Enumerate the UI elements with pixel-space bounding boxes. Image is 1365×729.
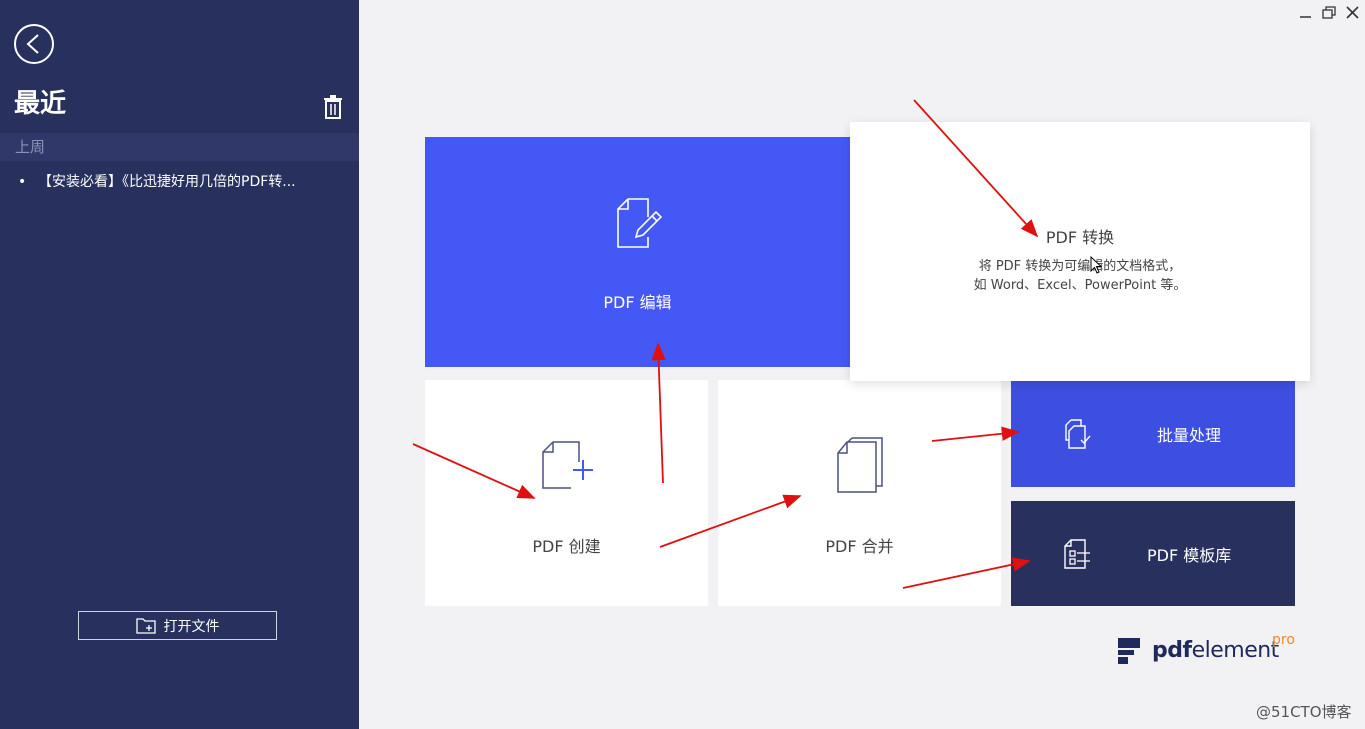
create-document-icon xyxy=(541,440,595,496)
mouse-cursor-icon xyxy=(1090,256,1103,274)
recent-title: 最近 xyxy=(14,89,67,119)
merge-label: PDF 合并 xyxy=(825,537,894,556)
tile-pdf-template[interactable]: PDF 模板库 xyxy=(1011,501,1295,606)
pdfelement-logo-icon xyxy=(1118,638,1140,664)
group-label: 上周 xyxy=(15,138,46,156)
tile-pdf-edit[interactable]: PDF 编辑 xyxy=(425,137,850,367)
recent-file-name: 【安装必看】《比迅捷好用几倍的PDF转... xyxy=(38,174,296,190)
pdfelement-logo: pdfelement pro xyxy=(1118,632,1308,666)
create-label: PDF 创建 xyxy=(532,537,601,556)
template-icon xyxy=(1063,538,1093,574)
convert-title: PDF 转换 xyxy=(1045,228,1115,247)
restore-icon[interactable] xyxy=(1320,4,1338,22)
back-button[interactable] xyxy=(14,24,54,64)
group-header-last-week: 上周 xyxy=(0,133,359,161)
trash-icon[interactable] xyxy=(322,95,344,119)
convert-description: 将 PDF 转换为可编辑的文档格式， 如 Word、Excel、PowerPoi… xyxy=(850,257,1310,295)
close-icon[interactable] xyxy=(1344,4,1362,22)
edit-label: PDF 编辑 xyxy=(603,293,672,312)
template-label: PDF 模板库 xyxy=(1147,545,1232,565)
batch-label: 批量处理 xyxy=(1157,426,1222,445)
tile-pdf-merge[interactable]: PDF 合并 xyxy=(718,380,1001,606)
watermark: @51CTO博客 xyxy=(1256,703,1352,721)
edit-document-icon xyxy=(616,197,664,253)
batch-process-icon xyxy=(1063,418,1093,454)
tile-pdf-convert[interactable]: PDF 转换 将 PDF 转换为可编辑的文档格式， 如 Word、Excel、P… xyxy=(850,122,1310,381)
logo-text-bold: pdf xyxy=(1152,638,1192,663)
logo-text: pdfelement xyxy=(1152,636,1279,666)
tile-pdf-create[interactable]: PDF 创建 xyxy=(425,380,708,606)
convert-desc-line1: 将 PDF 转换为可编辑的文档格式， xyxy=(978,259,1182,274)
tile-batch-process[interactable]: 批量处理 xyxy=(1011,381,1295,487)
minimize-icon[interactable] xyxy=(1296,4,1314,22)
open-file-label: 打开文件 xyxy=(163,618,220,635)
merge-documents-icon xyxy=(836,436,886,498)
logo-pro-badge: pro xyxy=(1272,632,1295,648)
folder-icon xyxy=(135,618,156,634)
open-file-button[interactable]: 打开文件 xyxy=(78,611,277,640)
back-arrow-icon xyxy=(26,34,39,54)
bullet: • xyxy=(18,174,27,190)
logo-text-rest: element xyxy=(1191,638,1280,663)
recent-file-item[interactable]: • 【安装必看】《比迅捷好用几倍的PDF转... xyxy=(18,170,338,194)
sidebar: 最近 上周 • 【安装必看】《比迅捷好用几倍的PDF转... 打开文件 xyxy=(0,0,359,729)
convert-desc-line2: 如 Word、Excel、PowerPoint 等。 xyxy=(973,278,1187,293)
